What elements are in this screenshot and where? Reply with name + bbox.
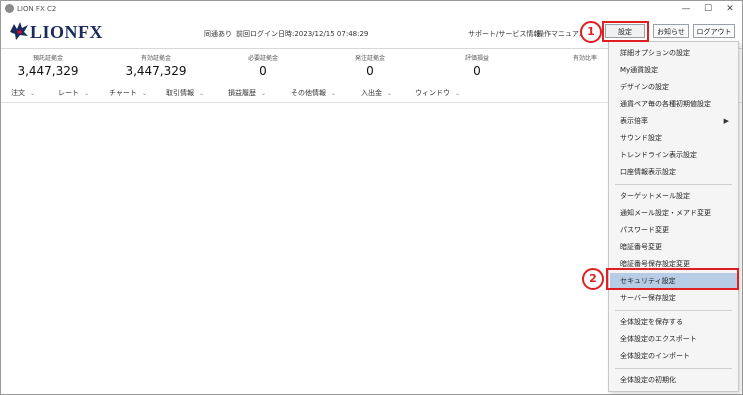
- menu-item-display-scale[interactable]: 表示倍率 ▶: [610, 113, 737, 129]
- title-bar: LION FX C2 — ☐ ✕: [1, 1, 742, 17]
- lion-icon: [10, 22, 28, 40]
- menu-pl-history[interactable]: 損益履歴 ⌄: [228, 88, 266, 98]
- menu-separator: [615, 184, 732, 185]
- chevron-down-icon: ⌄: [199, 90, 205, 97]
- chevron-down-icon: ⌄: [141, 90, 147, 97]
- stat-valuation-pl: 評価損益 0: [464, 55, 489, 78]
- menu-separator: [615, 310, 732, 311]
- comm-status: 同通あり: [204, 30, 232, 38]
- menu-item-pair-defaults[interactable]: 通貨ペア毎の各種初期値設定: [610, 96, 737, 112]
- chevron-down-icon: ⌄: [455, 90, 461, 97]
- menu-deposit-withdraw[interactable]: 入出金 ⌄: [361, 88, 392, 98]
- step-badge-1: 1: [580, 21, 602, 43]
- menu-item-import-all[interactable]: 全体設定のインポート: [610, 348, 737, 364]
- chevron-down-icon: ⌄: [331, 90, 337, 97]
- menu-trade-info[interactable]: 取引情報 ⌄: [166, 88, 204, 98]
- menu-item-server-save[interactable]: サーバー保存設定: [610, 290, 737, 306]
- stat-order-margin: 発注証拠金 0: [354, 55, 385, 78]
- menu-item-notification-mail[interactable]: 通知メール設定・メアド変更: [610, 205, 737, 221]
- settings-dropdown: 詳細オプションの設定 My通貨設定 デザインの設定 通貨ペア毎の各種初期値設定 …: [608, 41, 739, 392]
- app-icon: [5, 4, 14, 13]
- menu-order[interactable]: 注文 ⌄: [11, 88, 35, 98]
- menu-item-trendline[interactable]: トレンドライン表示設定: [610, 147, 737, 163]
- menu-item-account-info-display[interactable]: 口座情報表示設定: [610, 164, 737, 180]
- menu-item-reset-all[interactable]: 全体設定の初期化: [610, 372, 737, 388]
- chevron-down-icon: ⌄: [30, 90, 36, 97]
- menu-item-target-mail[interactable]: ターゲットメール設定: [610, 188, 737, 204]
- chevron-down-icon: ⌄: [387, 90, 393, 97]
- menu-item-advanced-options[interactable]: 詳細オプションの設定: [610, 45, 737, 61]
- menu-separator: [615, 368, 732, 369]
- menu-other-info[interactable]: その他情報 ⌄: [291, 88, 336, 98]
- chevron-down-icon: ⌄: [84, 90, 90, 97]
- menu-item-pin-change[interactable]: 暗証番号変更: [610, 239, 737, 255]
- minimize-button[interactable]: —: [675, 2, 697, 16]
- menu-item-design[interactable]: デザインの設定: [610, 79, 737, 95]
- logo-text: LIONFX: [30, 22, 104, 42]
- annotation-highlight-settings: [602, 21, 649, 42]
- window-title: LION FX C2: [17, 5, 57, 13]
- annotation-highlight-security: [606, 268, 739, 290]
- support-link[interactable]: サポート/サービス情報: [468, 29, 540, 39]
- last-login: 前回ログイン日時:2023/12/15 07:48:29: [236, 30, 369, 38]
- menu-rate[interactable]: レート ⌄: [58, 88, 89, 98]
- chevron-down-icon: ⌄: [261, 90, 267, 97]
- menu-item-save-all[interactable]: 全体設定を保存する: [610, 314, 737, 330]
- menu-chart[interactable]: チャート ⌄: [109, 88, 147, 98]
- menu-item-export-all[interactable]: 全体設定のエクスポート: [610, 331, 737, 347]
- submenu-arrow-icon: ▶: [723, 117, 729, 125]
- stat-deposit-margin: 預託証拠金 3,447,329: [17, 55, 79, 78]
- menu-item-sound[interactable]: サウンド設定: [610, 130, 737, 146]
- logout-button[interactable]: ログアウト: [693, 24, 735, 38]
- maximize-button[interactable]: ☐: [697, 2, 719, 16]
- stat-effective-margin: 有効証拠金 3,447,329: [125, 55, 187, 78]
- stat-required-margin: 必要証拠金 0: [247, 55, 278, 78]
- manual-link[interactable]: 操作マニュアル: [537, 29, 586, 39]
- step-badge-2: 2: [582, 268, 604, 290]
- menu-window[interactable]: ウィンドウ ⌄: [415, 88, 460, 98]
- menu-item-my-currency[interactable]: My通貨設定: [610, 62, 737, 78]
- close-button[interactable]: ✕: [719, 2, 741, 16]
- menu-item-password-change[interactable]: パスワード変更: [610, 222, 737, 238]
- notice-button[interactable]: お知らせ: [653, 24, 689, 38]
